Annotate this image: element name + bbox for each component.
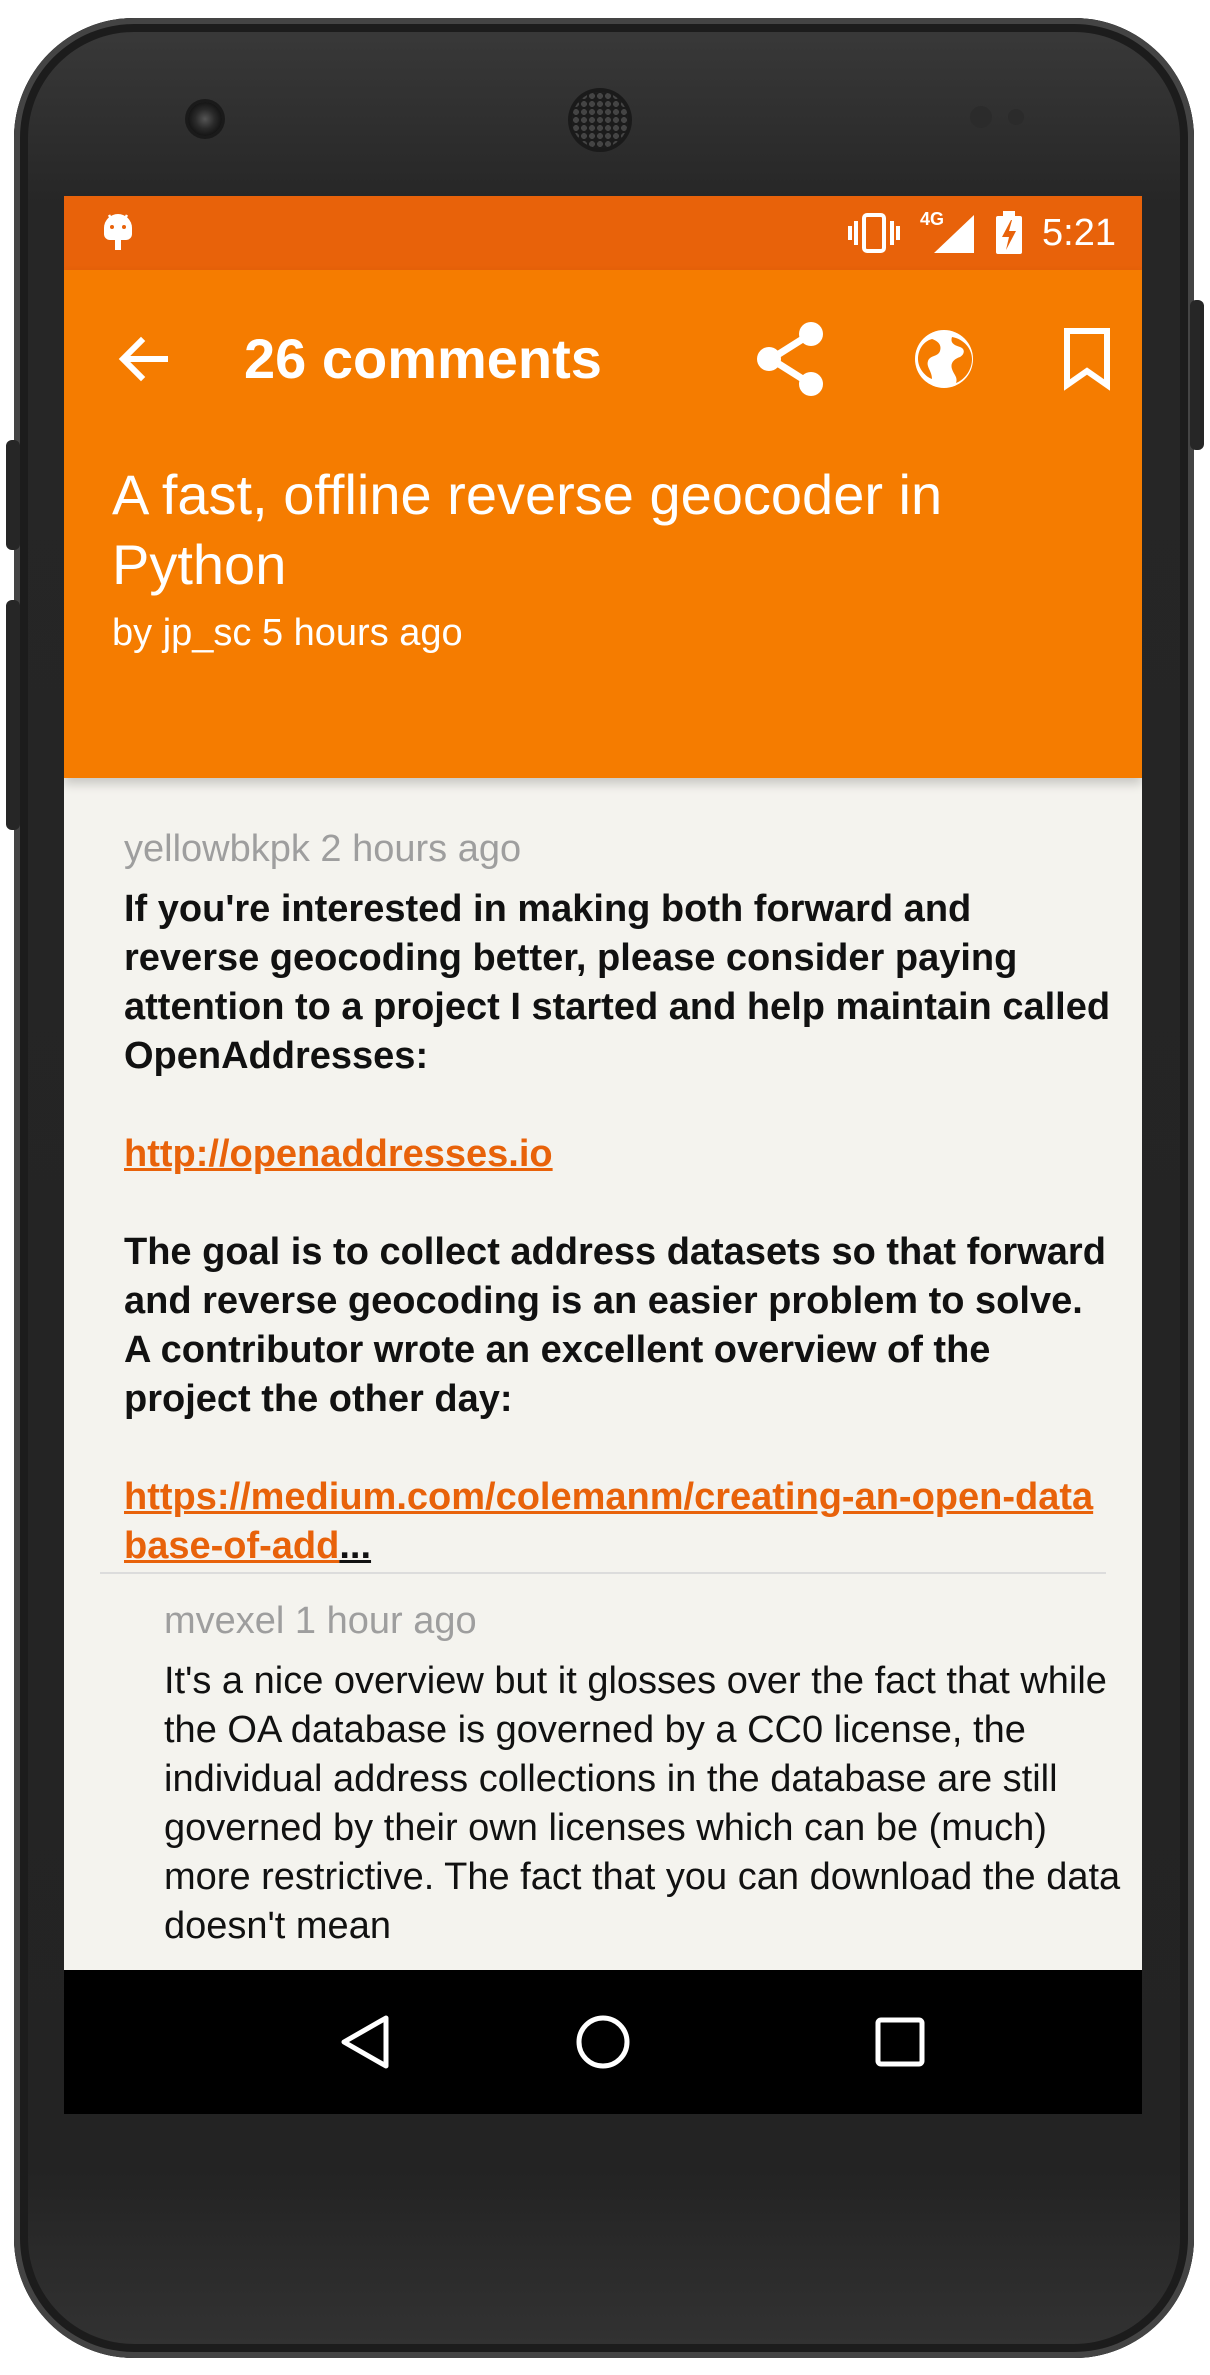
- front-camera: [188, 102, 222, 136]
- signal-icon: [934, 215, 975, 253]
- open-in-browser-button[interactable]: [901, 316, 987, 402]
- status-bar: 4G 5:21: [64, 196, 1142, 270]
- comment-item-reply[interactable]: mvexel 1 hour ago It's a nice overview b…: [164, 1600, 1124, 1951]
- screen: 4G 5:21 26 comments A fast, offline reve…: [64, 196, 1142, 2114]
- story-title: A fast, offline reverse geocoder in Pyth…: [112, 463, 943, 596]
- comment-paragraph: It's a nice overview but it glosses over…: [164, 1660, 1121, 1947]
- globe-icon: [915, 330, 973, 388]
- android-debug-icon: [104, 214, 132, 250]
- comment-divider: [100, 1572, 1106, 1574]
- vibrate-icon: [848, 213, 901, 253]
- back-button[interactable]: [108, 324, 178, 394]
- phone-side-button-left-lower: [6, 600, 20, 830]
- recents-square-icon: [875, 2017, 925, 2067]
- signal-indicator: 4G: [920, 209, 976, 255]
- light-sensor: [1008, 109, 1024, 125]
- toolbar-title: 26 comments: [244, 327, 602, 390]
- back-triangle-icon: [341, 2015, 389, 2069]
- earpiece-speaker: [572, 92, 628, 148]
- comment-paragraph: The goal is to collect address datasets …: [124, 1231, 1106, 1420]
- comment-body: It's a nice overview but it glosses over…: [164, 1657, 1124, 1951]
- nav-recents-button[interactable]: [850, 1992, 950, 2092]
- bookmark-button[interactable]: [1044, 316, 1130, 402]
- phone-side-button-right: [1190, 300, 1204, 450]
- battery-charging-icon: [996, 211, 1023, 254]
- share-button[interactable]: [748, 316, 834, 402]
- navigation-bar: [64, 1970, 1142, 2114]
- share-icon: [757, 322, 823, 396]
- home-circle-icon: [576, 2015, 630, 2069]
- proximity-sensor: [970, 106, 992, 128]
- status-time: 5:21: [1042, 211, 1116, 254]
- app-toolbar: 26 comments A fast, offline reverse geoc…: [64, 270, 1142, 778]
- nav-back-button[interactable]: [316, 1992, 416, 2092]
- comment-body: If you're interested in making both forw…: [124, 885, 1114, 1571]
- comment-author-line: yellowbkpk 2 hours ago: [124, 828, 522, 870]
- comment-item[interactable]: yellowbkpk 2 hours ago If you're interes…: [124, 828, 1114, 1571]
- comment-paragraph: If you're interested in making both forw…: [124, 888, 1111, 1077]
- nav-home-button[interactable]: [553, 1992, 653, 2092]
- medium-article-link[interactable]: https://medium.com/colemanm/creating-an-…: [124, 1476, 1093, 1567]
- comment-author-line: mvexel 1 hour ago: [164, 1600, 477, 1642]
- truncation-ellipsis[interactable]: ...: [339, 1525, 371, 1567]
- phone-side-button-left: [6, 440, 20, 550]
- story-meta: by jp_sc 5 hours ago: [112, 612, 463, 654]
- openaddresses-link[interactable]: http://openaddresses.io: [124, 1133, 553, 1175]
- back-arrow-icon: [118, 336, 168, 382]
- status-icons: 4G 5:21: [846, 196, 1116, 270]
- bookmark-icon: [1064, 328, 1110, 391]
